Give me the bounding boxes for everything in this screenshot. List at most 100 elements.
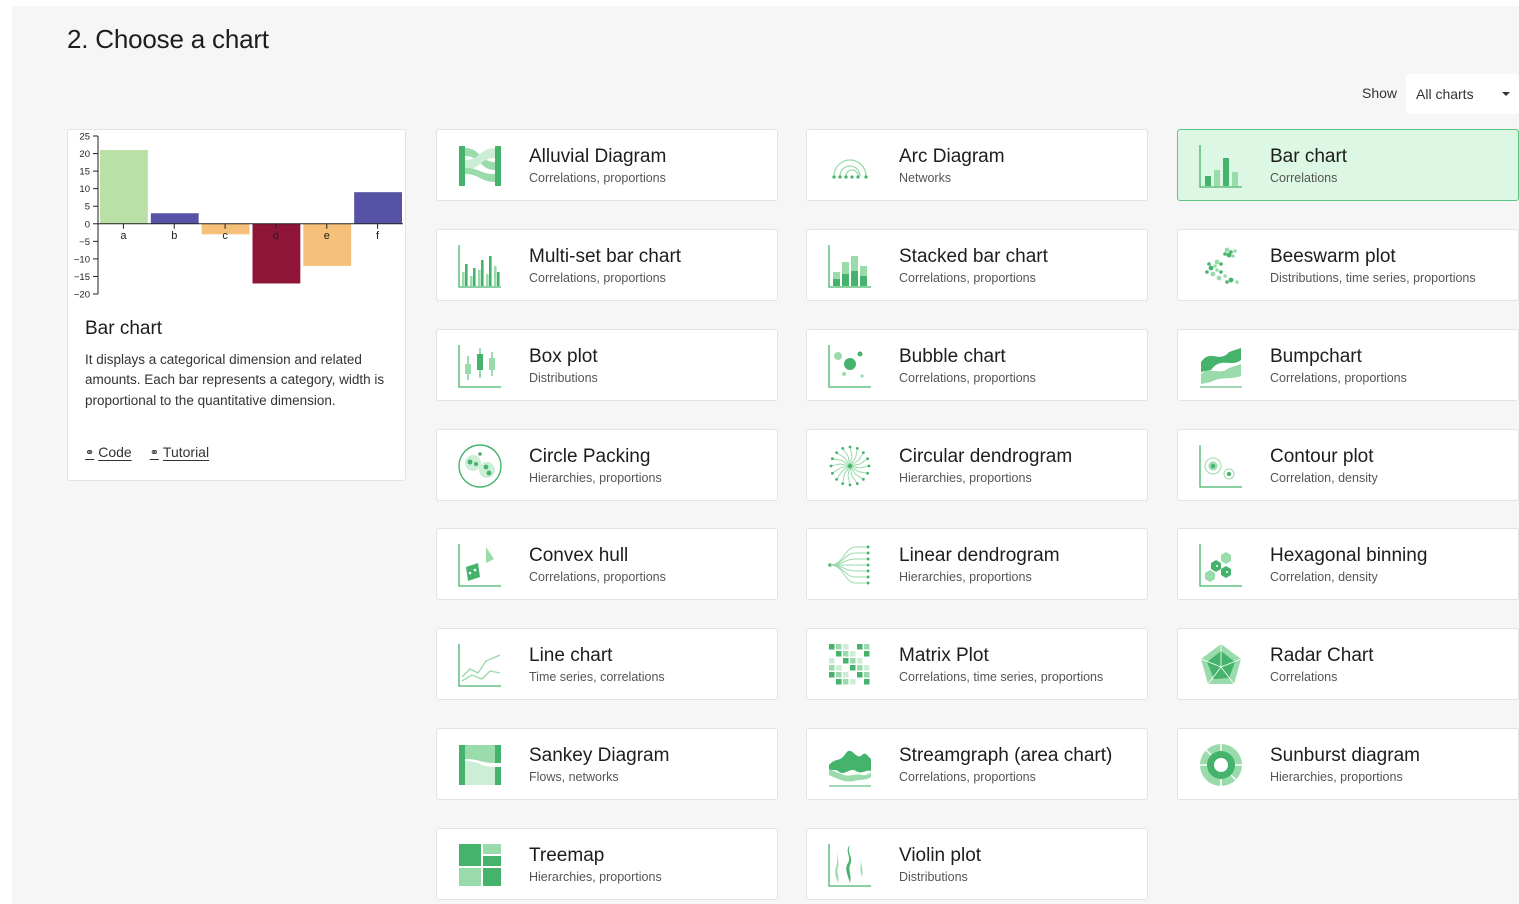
code-link-label: Code: [98, 444, 132, 460]
arc-icon: [832, 159, 868, 179]
chart-card-name: Treemap: [529, 845, 605, 866]
chart-card-tags: Hierarchies, proportions: [529, 870, 662, 884]
convex-hull-icon: [458, 544, 501, 587]
chart-card-tags: Correlations, proportions: [899, 770, 1036, 784]
chart-card-tags: Correlations, proportions: [1270, 371, 1407, 385]
chart-card-bumpchart[interactable]: Bumpchart Correlations, proportions: [1177, 329, 1519, 401]
code-link[interactable]: ⚭ Code: [85, 444, 132, 460]
chart-card-beeswarm[interactable]: Beeswarm plot Distributions, time series,…: [1177, 229, 1519, 301]
detail-title: Bar chart: [85, 318, 163, 339]
chart-card-name: Streamgraph (area chart): [899, 745, 1113, 766]
chart-card-hexbin[interactable]: Hexagonal binning Correlation, density: [1177, 528, 1519, 600]
chart-card-name: Circle Packing: [529, 446, 651, 467]
chart-filter-select[interactable]: All charts: [1406, 74, 1519, 114]
chart-card-stacked-bar[interactable]: Stacked bar chart Correlations, proportio…: [806, 229, 1148, 301]
chart-card-tags: Correlations: [1270, 171, 1338, 185]
chart-card-name: Hexagonal binning: [1270, 545, 1428, 566]
y-tick-label: 0: [85, 219, 90, 230]
detail-description: It displays a categorical dimension and …: [85, 352, 385, 408]
circular-dendrogram-icon: [829, 445, 871, 487]
bar: [100, 150, 148, 224]
chart-card-name: Bumpchart: [1270, 346, 1362, 367]
y-tick-label: −15: [74, 272, 90, 283]
chart-card-name: Box plot: [529, 346, 598, 367]
chart-filter-value: All charts: [1416, 86, 1474, 102]
stacked-bar-icon: [828, 245, 871, 288]
detail-links: ⚭ Code ⚭ Tutorial: [85, 444, 209, 460]
page-title: 2. Choose a chart: [67, 24, 269, 54]
chart-card-name: Beeswarm plot: [1270, 246, 1396, 267]
chart-card-tags: Hierarchies, proportions: [899, 570, 1032, 584]
bubble-icon: [828, 345, 871, 388]
chart-card-name: Contour plot: [1270, 446, 1374, 467]
link-icon: ⚭: [149, 446, 159, 459]
y-tick-label: 25: [79, 132, 90, 143]
chart-card-name: Line chart: [529, 645, 613, 666]
chart-card-tags: Correlations, proportions: [529, 570, 666, 584]
chart-card-line[interactable]: Line chart Time series, correlations: [436, 628, 778, 700]
treemap-icon: [459, 844, 501, 886]
x-tick-label: f: [376, 230, 380, 242]
x-tick-label: d: [273, 230, 279, 242]
chart-card-radar[interactable]: Radar Chart Correlations: [1177, 628, 1519, 700]
chart-card-tags: Distributions: [529, 371, 598, 385]
chart-card-sunburst[interactable]: Sunburst diagram Hierarchies, proportions: [1177, 728, 1519, 800]
y-tick-label: 20: [79, 149, 90, 160]
x-tick-label: a: [120, 230, 127, 242]
bar: [354, 192, 402, 224]
chart-card-convex-hull[interactable]: Convex hull Correlations, proportions: [436, 528, 778, 600]
tutorial-link[interactable]: ⚭ Tutorial: [150, 444, 209, 460]
matrix-icon: [829, 644, 870, 685]
chart-card-bar[interactable]: Bar chart Correlations: [1177, 129, 1519, 201]
chart-card-tags: Correlation, density: [1270, 471, 1378, 485]
line-icon: [458, 644, 501, 687]
alluvial-icon: [459, 146, 501, 186]
bar-icon: [1199, 145, 1242, 188]
chart-card-tags: Correlations: [1270, 670, 1338, 684]
tutorial-link-label: Tutorial: [162, 444, 210, 460]
sunburst-icon: [1200, 744, 1242, 786]
chart-card-tags: Correlations, time series, proportions: [899, 670, 1104, 684]
chart-card-violin[interactable]: Violin plot Distributions: [806, 828, 1148, 900]
bar: [150, 213, 199, 224]
streamgraph-icon: [829, 750, 871, 787]
x-tick-label: e: [324, 230, 330, 242]
chart-card-name: Linear dendrogram: [899, 545, 1060, 566]
y-tick-label: −20: [74, 290, 90, 301]
chart-card-tags: Hierarchies, proportions: [899, 471, 1032, 485]
bumpchart-icon: [1200, 348, 1242, 388]
y-tick-label: −10: [74, 254, 90, 265]
hexbin-icon: [1199, 544, 1242, 587]
chart-card-bubble[interactable]: Bubble chart Correlations, proportions: [806, 329, 1148, 401]
chart-card-circle-packing[interactable]: Circle Packing Hierarchies, proportions: [436, 429, 778, 501]
chart-card-linear-dendrogram[interactable]: Linear dendrogram Hierarchies, proportion…: [806, 528, 1148, 600]
y-tick-label: 15: [79, 167, 90, 178]
x-tick-label: b: [171, 230, 177, 242]
chart-card-streamgraph[interactable]: Streamgraph (area chart) Correlations, pr…: [806, 728, 1148, 800]
linear-dendrogram-icon: [828, 545, 870, 585]
contour-icon: [1199, 445, 1242, 488]
chart-card-tags: Correlations, proportions: [529, 171, 666, 185]
chart-card-name: Alluvial Diagram: [529, 146, 667, 167]
chart-card-treemap[interactable]: Treemap Hierarchies, proportions: [436, 828, 778, 900]
chart-card-name: Circular dendrogram: [899, 446, 1073, 467]
chart-card-boxplot[interactable]: Box plot Distributions: [436, 329, 778, 401]
chart-card-name: Matrix Plot: [899, 645, 989, 666]
y-tick-label: −5: [79, 237, 90, 248]
chart-card-tags: Correlations, proportions: [899, 371, 1036, 385]
chart-card-name: Bar chart: [1270, 146, 1348, 167]
chart-card-name: Convex hull: [529, 545, 629, 566]
chart-card-name: Stacked bar chart: [899, 246, 1048, 267]
chart-card-matrix[interactable]: Matrix Plot Correlations, time series, pr…: [806, 628, 1148, 700]
link-icon: ⚭: [85, 446, 95, 459]
chart-card-multiset-bar[interactable]: Multi-set bar chart Correlations, proport…: [436, 229, 778, 301]
sankey-icon: [459, 745, 501, 785]
chart-card-arc[interactable]: Arc Diagram Networks: [806, 129, 1148, 201]
chart-card-tags: Correlations, proportions: [529, 271, 666, 285]
chart-card-circular-dendrogram[interactable]: Circular dendrogram Hierarchies, proporti…: [806, 429, 1148, 501]
chart-card-contour[interactable]: Contour plot Correlation, density: [1177, 429, 1519, 501]
chart-card-sankey[interactable]: Sankey Diagram Flows, networks: [436, 728, 778, 800]
chart-card-tags: Distributions: [899, 870, 968, 884]
chart-card-alluvial[interactable]: Alluvial Diagram Correlations, proportion…: [436, 129, 778, 201]
chart-card-name: Sankey Diagram: [529, 745, 670, 766]
